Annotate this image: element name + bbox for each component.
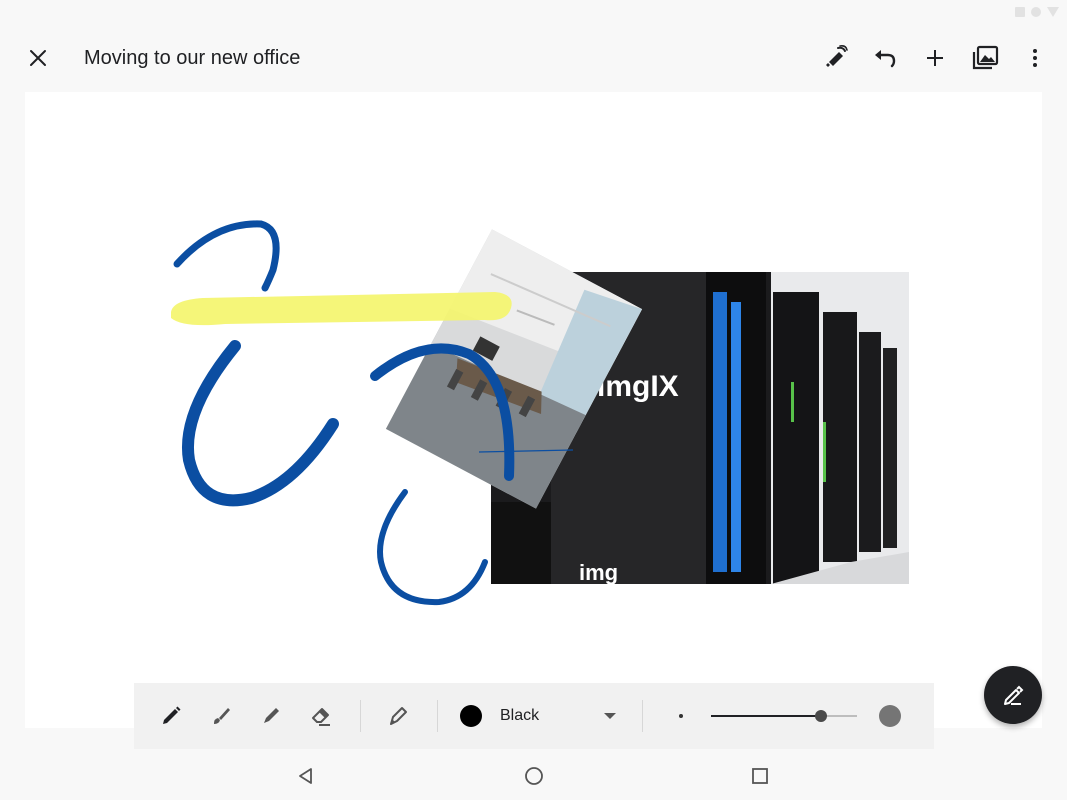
battery-icon: [1015, 7, 1025, 17]
pen-tool[interactable]: [156, 701, 186, 731]
brush-tool[interactable]: [206, 701, 236, 731]
wifi-icon: [1047, 7, 1059, 17]
toolbar-divider: [642, 700, 643, 732]
close-icon: [30, 50, 46, 66]
eraser-icon: [312, 708, 330, 726]
marker-tool[interactable]: [256, 701, 286, 731]
undo-button[interactable]: [867, 40, 903, 76]
chevron-down-icon: [604, 713, 616, 719]
nav-home-button[interactable]: [520, 762, 548, 790]
nav-recents-button[interactable]: [746, 762, 774, 790]
app-bar: Moving to our new office: [0, 24, 1067, 92]
pen-mode-button[interactable]: [817, 40, 853, 76]
stroke-size-slider[interactable]: [711, 706, 857, 726]
add-button[interactable]: [917, 40, 953, 76]
status-bar: [0, 0, 1067, 24]
ink-stroke-left-curve: [182, 340, 339, 507]
stroke-size-small-icon: [679, 714, 683, 718]
drawing-canvas[interactable]: imgIX img: [25, 92, 1042, 728]
back-icon: [299, 768, 312, 784]
slider-fill: [711, 715, 821, 717]
toolbar-divider: [437, 700, 438, 732]
app-bar-actions: [817, 40, 1053, 76]
recents-icon: [752, 768, 768, 784]
ink-stroke-top-arc: [173, 220, 280, 292]
eraser-tool[interactable]: [306, 701, 336, 731]
close-button[interactable]: [20, 40, 56, 76]
brush-icon: [214, 708, 230, 724]
marker-icon: [264, 708, 279, 723]
toolbar-divider: [360, 700, 361, 732]
edit-fab-button[interactable]: [984, 666, 1042, 724]
ink-stroke-bottom-arc: [377, 489, 488, 606]
stylus-pen-icon: [826, 45, 848, 67]
page-title: Moving to our new office: [84, 47, 301, 69]
status-icons: [1015, 7, 1059, 17]
edit-pen-icon: [1004, 685, 1024, 705]
slider-thumb[interactable]: [814, 710, 827, 722]
signal-icon: [1031, 7, 1041, 17]
more-options-button[interactable]: [1017, 40, 1053, 76]
server-sign-text-bottom: img: [579, 560, 618, 584]
image-library-button[interactable]: [967, 40, 1003, 76]
color-dropdown[interactable]: Black: [460, 696, 638, 736]
system-nav-bar: [0, 750, 1067, 800]
image-library-icon: [972, 45, 999, 70]
drawing-toolbar: Black: [134, 683, 934, 749]
add-icon: [927, 50, 943, 66]
pen-icon: [163, 706, 181, 724]
highlighter-tool[interactable]: [383, 701, 413, 731]
home-icon: [525, 767, 543, 785]
highlighter-icon: [390, 707, 407, 725]
stroke-size-large-icon: [879, 705, 901, 727]
color-label: Black: [500, 707, 540, 724]
color-swatch: [460, 705, 482, 727]
nav-back-button[interactable]: [292, 762, 320, 790]
undo-icon: [875, 50, 896, 68]
drawing-screen: Moving to our new office imgIX img Black: [0, 0, 1067, 800]
more-vert-icon: [1033, 49, 1037, 67]
server-sign-text: imgIX: [597, 370, 679, 403]
